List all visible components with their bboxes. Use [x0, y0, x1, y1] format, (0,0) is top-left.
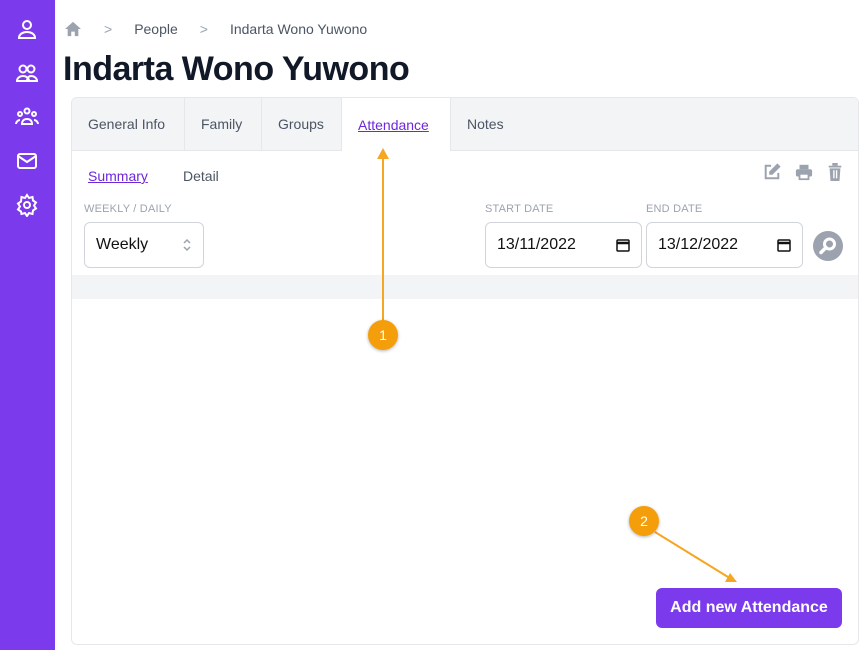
start-date-value: 13/11/2022	[497, 236, 576, 253]
end-date-value: 13/12/2022	[658, 236, 739, 253]
groups-icon[interactable]	[15, 105, 39, 129]
end-date-input[interactable]: 13/12/2022	[646, 222, 803, 268]
end-date-label: END DATE	[646, 203, 703, 215]
edit-icon[interactable]	[763, 163, 781, 181]
annotation-badge-1: 1	[368, 320, 398, 350]
tab-attendance[interactable]: Attendance	[342, 98, 451, 151]
settings-icon[interactable]	[15, 193, 39, 217]
tab-family[interactable]: Family	[185, 98, 262, 150]
page-title: Indarta Wono Yuwono	[63, 50, 410, 88]
chevron-right-icon: >	[104, 21, 113, 37]
calendar-icon[interactable]	[616, 238, 630, 252]
breadcrumb-current: Indarta Wono Yuwono	[229, 21, 368, 37]
mail-icon[interactable]	[15, 149, 39, 173]
tab-groups[interactable]: Groups	[262, 98, 342, 150]
attendance-card: General Info Family Groups Attendance No…	[71, 97, 859, 645]
users-icon[interactable]	[15, 61, 39, 85]
select-arrows-icon	[183, 238, 191, 252]
subtab-detail[interactable]: Detail	[183, 168, 219, 184]
calendar-icon[interactable]	[777, 238, 791, 252]
summary-table-header	[72, 275, 858, 299]
mode-select[interactable]: Weekly	[84, 222, 204, 268]
sidebar	[0, 0, 55, 650]
mode-value: Weekly	[96, 236, 149, 253]
chevron-right-icon: >	[199, 21, 208, 37]
tab-general-info[interactable]: General Info	[72, 98, 185, 150]
user-icon[interactable]	[15, 17, 39, 41]
tab-bar: General Info Family Groups Attendance No…	[72, 98, 858, 151]
trash-icon[interactable]	[827, 163, 843, 181]
breadcrumb: > People > Indarta Wono Yuwono	[64, 20, 367, 38]
print-icon[interactable]	[795, 163, 813, 181]
annotation-badge-2: 2	[629, 506, 659, 536]
breadcrumb-people[interactable]: People	[134, 21, 178, 37]
subtab-summary[interactable]: Summary	[88, 168, 148, 184]
add-attendance-button[interactable]: Add new Attendance	[656, 588, 842, 628]
start-date-label: START DATE	[485, 203, 554, 215]
mode-label: WEEKLY / DAILY	[84, 203, 172, 215]
search-button[interactable]	[813, 231, 843, 261]
tab-notes[interactable]: Notes	[451, 98, 520, 150]
start-date-input[interactable]: 13/11/2022	[485, 222, 642, 268]
home-icon[interactable]	[64, 21, 82, 37]
